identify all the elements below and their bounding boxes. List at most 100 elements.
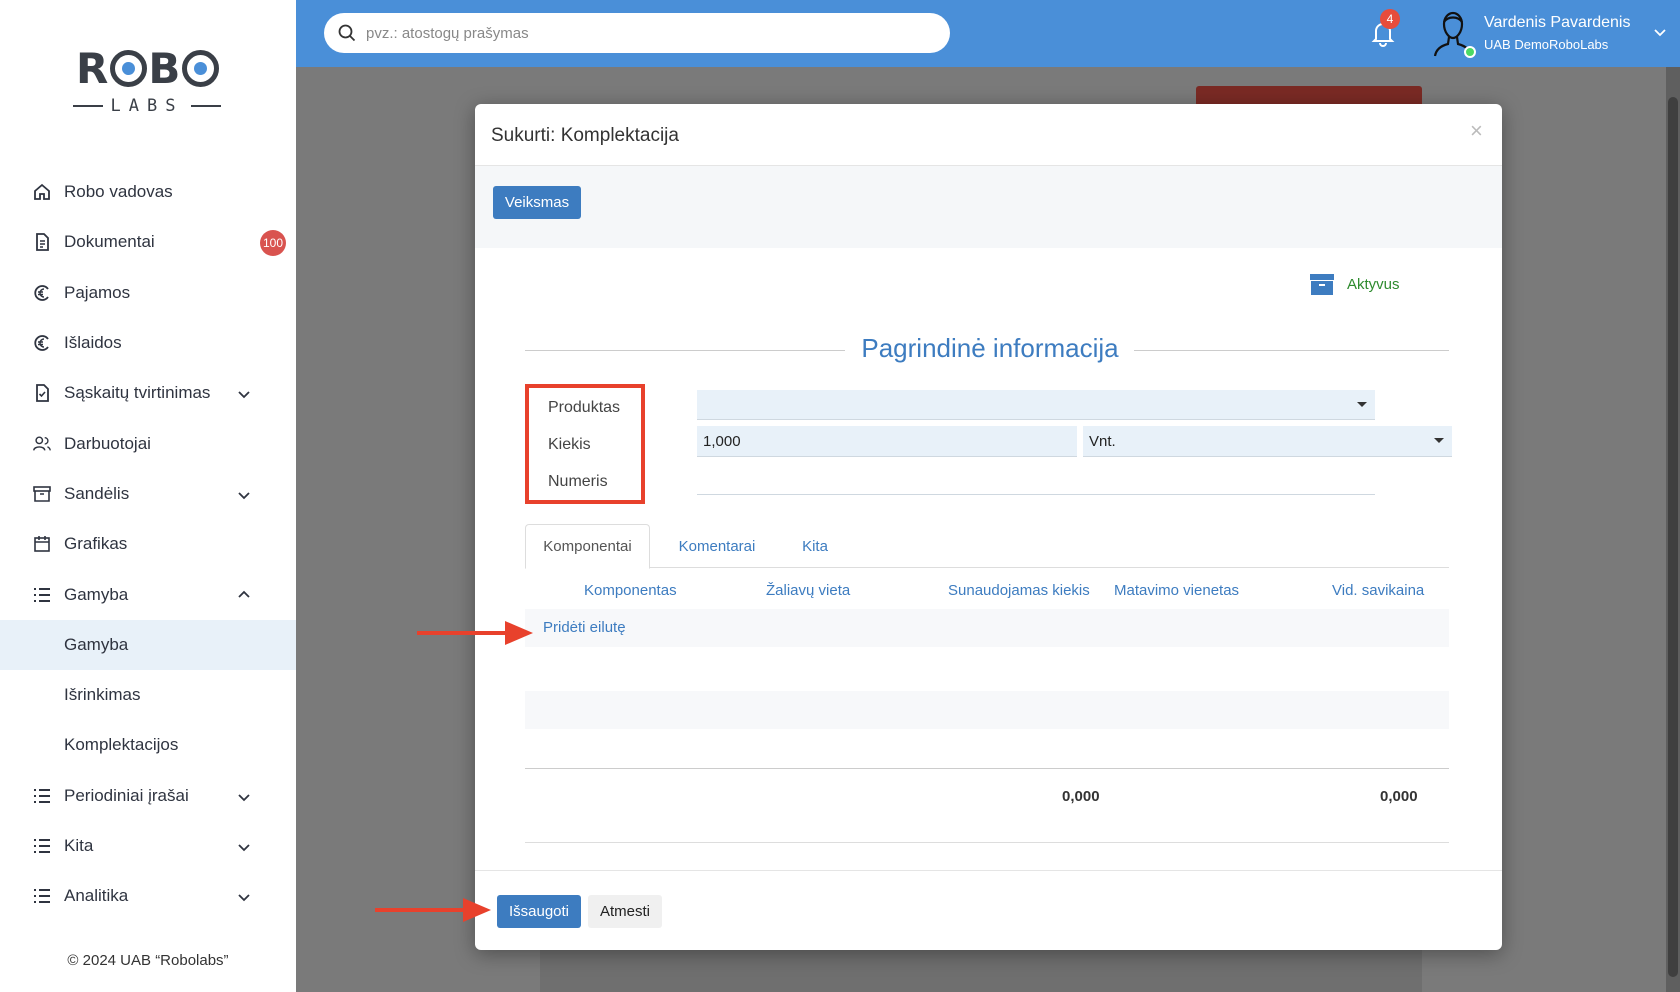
section-heading: Pagrindinė informacija xyxy=(525,330,1449,370)
status-label: Aktyvus xyxy=(1347,275,1400,293)
sidebar-item-saskaitu-tvirtinimas[interactable]: Sąskaitų tvirtinimas xyxy=(0,368,296,418)
divider xyxy=(525,842,1449,843)
sidebar-subitem-komplektacijos[interactable]: Komplektacijos xyxy=(0,720,296,770)
sidebar-item-label: Gamyba xyxy=(64,634,129,654)
number-input[interactable] xyxy=(697,464,1375,495)
sidebar-item-label: Grafikas xyxy=(64,534,128,554)
home-icon xyxy=(32,182,52,202)
document-icon xyxy=(32,232,52,252)
total-cost: 0,000 xyxy=(1380,788,1418,805)
documents-count-badge: 100 xyxy=(260,230,286,257)
sidebar-nav: Robo vadovas Dokumentai 100 Pajamos Išla… xyxy=(0,167,296,921)
table-row xyxy=(525,609,1449,647)
notifications-badge: 4 xyxy=(1380,9,1400,29)
quantity-input[interactable]: 1,000 xyxy=(697,426,1077,457)
scrollbar[interactable] xyxy=(1666,67,1680,992)
create-kit-modal: Sukurti: Komplektacija × Veiksmas Aktyvu… xyxy=(475,104,1502,950)
list-icon xyxy=(32,585,52,605)
topbar: 4 Vardenis Pavardenis UAB DemoRoboLabs xyxy=(296,0,1680,67)
unit-value: Vnt. xyxy=(1089,432,1116,450)
calendar-icon xyxy=(32,534,52,554)
sidebar-item-label: Gamyba xyxy=(64,584,129,604)
divider xyxy=(1134,350,1449,351)
sidebar-item-label: Sandėlis xyxy=(64,483,130,503)
sidebar-item-analitika[interactable]: Analitika xyxy=(0,871,296,921)
modal-footer: Išsaugoti Atmesti xyxy=(475,870,1502,950)
background-button xyxy=(1196,86,1422,106)
product-label: Produktas xyxy=(548,399,621,416)
avatar[interactable] xyxy=(1430,8,1476,58)
quantity-label: Kiekis xyxy=(548,436,591,453)
sidebar-item-pajamos[interactable]: Pajamos xyxy=(0,268,296,318)
euro-in-icon xyxy=(32,283,52,303)
chevron-down-icon xyxy=(238,391,250,399)
sidebar-item-label: Kita xyxy=(64,836,94,855)
table-row xyxy=(525,691,1449,729)
section-title: Pagrindinė informacija xyxy=(861,333,1119,363)
sidebar-item-grafikas[interactable]: Grafikas xyxy=(0,519,296,569)
sidebar-subitem-isrinkimas[interactable]: Išrinkimas xyxy=(0,670,296,720)
search-icon xyxy=(338,24,356,42)
sidebar-item-gamyba-group[interactable]: Gamyba xyxy=(0,569,296,619)
sidebar-subitem-gamyba[interactable]: Gamyba xyxy=(0,619,296,670)
unit-select[interactable]: Vnt. xyxy=(1083,426,1452,457)
copyright: © 2024 UAB “Robolabs” xyxy=(67,952,229,969)
sidebar-item-label: Darbuotojai xyxy=(64,433,151,453)
chevron-down-icon xyxy=(238,844,250,852)
sidebar-item-label: Analitika xyxy=(64,886,129,906)
sidebar-item-islaidos[interactable]: Išlaidos xyxy=(0,318,296,368)
modal-toolbar: Veiksmas xyxy=(475,166,1502,248)
sidebar-item-label: Sąskaitų tvirtinimas xyxy=(64,383,211,403)
sidebar-item-kita[interactable]: Kita xyxy=(0,821,296,871)
sidebar-item-label: Išlaidos xyxy=(64,333,122,353)
total-quantity: 0,000 xyxy=(1062,788,1100,805)
sidebar-item-label: Komplektacijos xyxy=(64,735,179,755)
user-name[interactable]: Vardenis Pavardenis xyxy=(1484,14,1630,32)
column-header-component[interactable]: Komponentas xyxy=(584,582,677,599)
save-button[interactable]: Išsaugoti xyxy=(497,895,581,928)
sidebar-item-periodiniai-irasai[interactable]: Periodiniai įrašai xyxy=(0,771,296,821)
sidebar-item-robo-vadovas[interactable]: Robo vadovas xyxy=(0,167,296,217)
column-header-unit[interactable]: Matavimo vienetas xyxy=(1114,582,1239,599)
sidebar-item-darbuotojai[interactable]: Darbuotojai xyxy=(0,418,296,468)
modal-header: Sukurti: Komplektacija × xyxy=(475,104,1502,166)
logo-subtitle: LABS xyxy=(72,96,222,116)
logo-wordmark: RB xyxy=(76,44,220,93)
online-status-dot xyxy=(1464,46,1476,58)
tab-komponentai[interactable]: Komponentai xyxy=(525,524,650,569)
search-bar[interactable] xyxy=(324,13,950,53)
invoice-check-icon xyxy=(32,383,52,403)
quantity-value: 1,000 xyxy=(703,432,741,450)
action-button[interactable]: Veiksmas xyxy=(493,186,581,219)
archive-icon xyxy=(1310,274,1334,295)
modal-title: Sukurti: Komplektacija xyxy=(491,125,679,146)
product-select[interactable] xyxy=(697,390,1375,420)
robolabs-logo[interactable]: RB LABS xyxy=(72,44,222,120)
close-icon[interactable]: × xyxy=(1470,118,1483,144)
caret-down-icon xyxy=(1357,402,1367,407)
search-input[interactable] xyxy=(366,24,926,42)
sidebar-item-label: Pajamos xyxy=(64,282,131,302)
status-indicator[interactable]: Aktyvus xyxy=(1309,272,1400,296)
list-icon xyxy=(32,786,52,806)
tab-kita[interactable]: Kita xyxy=(785,524,845,569)
sidebar-item-sandelis[interactable]: Sandėlis xyxy=(0,469,296,519)
tab-komentarai[interactable]: Komentarai xyxy=(661,524,773,569)
list-icon xyxy=(32,836,52,856)
column-header-average-cost[interactable]: Vid. savikaina xyxy=(1332,582,1424,599)
user-company: UAB DemoRoboLabs xyxy=(1484,37,1609,52)
column-header-material-location[interactable]: Žaliavų vieta xyxy=(766,582,850,599)
divider xyxy=(525,350,845,351)
sidebar-item-dokumentai[interactable]: Dokumentai 100 xyxy=(0,217,296,267)
sidebar-item-label: Robo vadovas xyxy=(64,182,173,202)
sidebar-item-label: Dokumentai xyxy=(64,232,155,252)
arrow-annotation-save xyxy=(375,898,491,922)
chevron-up-icon xyxy=(238,591,250,599)
chevron-down-icon[interactable] xyxy=(1652,24,1668,40)
column-header-consumed-quantity[interactable]: Sunaudojamas kiekis xyxy=(948,582,1090,599)
caret-down-icon xyxy=(1434,438,1444,443)
scrollbar-thumb[interactable] xyxy=(1668,97,1678,977)
number-label: Numeris xyxy=(548,473,608,490)
add-row-link[interactable]: Pridėti eilutę xyxy=(543,619,626,636)
cancel-button[interactable]: Atmesti xyxy=(588,895,662,928)
